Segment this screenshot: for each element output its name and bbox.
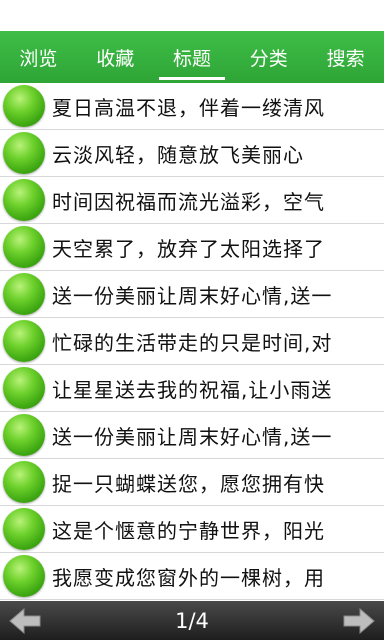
green-orb-icon xyxy=(3,132,45,174)
green-orb-icon xyxy=(3,179,45,221)
pagination-bar: 1/4 xyxy=(0,601,384,640)
list-item-title: 让星星送去我的祝福,让小雨送 xyxy=(52,377,333,402)
tab-label: 标题 xyxy=(172,47,211,70)
list-item[interactable]: 这是个惬意的宁静世界，阳光 xyxy=(0,506,384,553)
list-item-title: 忙碌的生活带走的只是时间,对 xyxy=(52,330,333,355)
green-orb-icon xyxy=(3,85,45,127)
list-item[interactable]: 忙碌的生活带走的只是时间,对 xyxy=(0,318,384,365)
green-orb-icon xyxy=(3,367,45,409)
tab-titles[interactable]: 标题 xyxy=(154,31,231,83)
list-item-title: 我愿变成您窗外的一棵树，用 xyxy=(52,565,325,590)
list-item[interactable]: 送一份美丽让周末好心情,送一 xyxy=(0,412,384,459)
right-arrow-icon xyxy=(343,607,375,634)
green-orb-icon xyxy=(3,461,45,503)
tab-label: 搜索 xyxy=(326,47,365,70)
green-orb-icon xyxy=(3,555,45,597)
page-indicator: 1/4 xyxy=(175,608,209,633)
green-orb-icon xyxy=(3,273,45,315)
list-item[interactable]: 夏日高温不退，伴着一缕清风 xyxy=(0,83,384,130)
green-orb-icon xyxy=(3,414,45,456)
list-item-title: 天空累了，放弃了太阳选择了 xyxy=(52,236,325,261)
tab-label: 收藏 xyxy=(96,47,135,70)
tab-label: 浏览 xyxy=(19,47,58,70)
list-item-title: 夏日高温不退，伴着一缕清风 xyxy=(52,95,325,120)
list-item[interactable]: 云淡风轻，随意放飞美丽心 xyxy=(0,130,384,177)
tab-search[interactable]: 搜索 xyxy=(307,31,384,83)
next-page-button[interactable] xyxy=(334,601,384,640)
list-item-title: 送一份美丽让周末好心情,送一 xyxy=(52,283,333,308)
list-item-title: 时间因祝福而流光溢彩，空气 xyxy=(52,189,325,214)
list-item[interactable]: 时间因祝福而流光溢彩，空气 xyxy=(0,177,384,224)
tab-label: 分类 xyxy=(249,47,288,70)
tab-bar: 浏览 收藏 标题 分类 搜索 xyxy=(0,31,384,83)
list-item[interactable]: 捉一只蝴蝶送您，愿您拥有快 xyxy=(0,459,384,506)
list-item[interactable]: 送一份美丽让周末好心情,送一 xyxy=(0,271,384,318)
green-orb-icon xyxy=(3,226,45,268)
list-item[interactable]: 让星星送去我的祝福,让小雨送 xyxy=(0,365,384,412)
tab-browse[interactable]: 浏览 xyxy=(0,31,77,83)
list-item-title: 这是个惬意的宁静世界，阳光 xyxy=(52,518,325,543)
list-item-title: 送一份美丽让周末好心情,送一 xyxy=(52,424,333,449)
green-orb-icon xyxy=(3,508,45,550)
tab-favorites[interactable]: 收藏 xyxy=(77,31,154,83)
green-orb-icon xyxy=(3,320,45,362)
status-bar xyxy=(0,0,384,31)
tab-categories[interactable]: 分类 xyxy=(230,31,307,83)
list-item-title: 捉一只蝴蝶送您，愿您拥有快 xyxy=(52,471,325,496)
prev-page-button[interactable] xyxy=(0,601,50,640)
list-item[interactable]: 天空累了，放弃了太阳选择了 xyxy=(0,224,384,271)
list-item-title: 云淡风轻，随意放飞美丽心 xyxy=(52,142,304,167)
left-arrow-icon xyxy=(9,607,41,634)
message-list: 夏日高温不退，伴着一缕清风 云淡风轻，随意放飞美丽心 时间因祝福而流光溢彩，空气… xyxy=(0,83,384,601)
list-item[interactable]: 我愿变成您窗外的一棵树，用 xyxy=(0,553,384,600)
